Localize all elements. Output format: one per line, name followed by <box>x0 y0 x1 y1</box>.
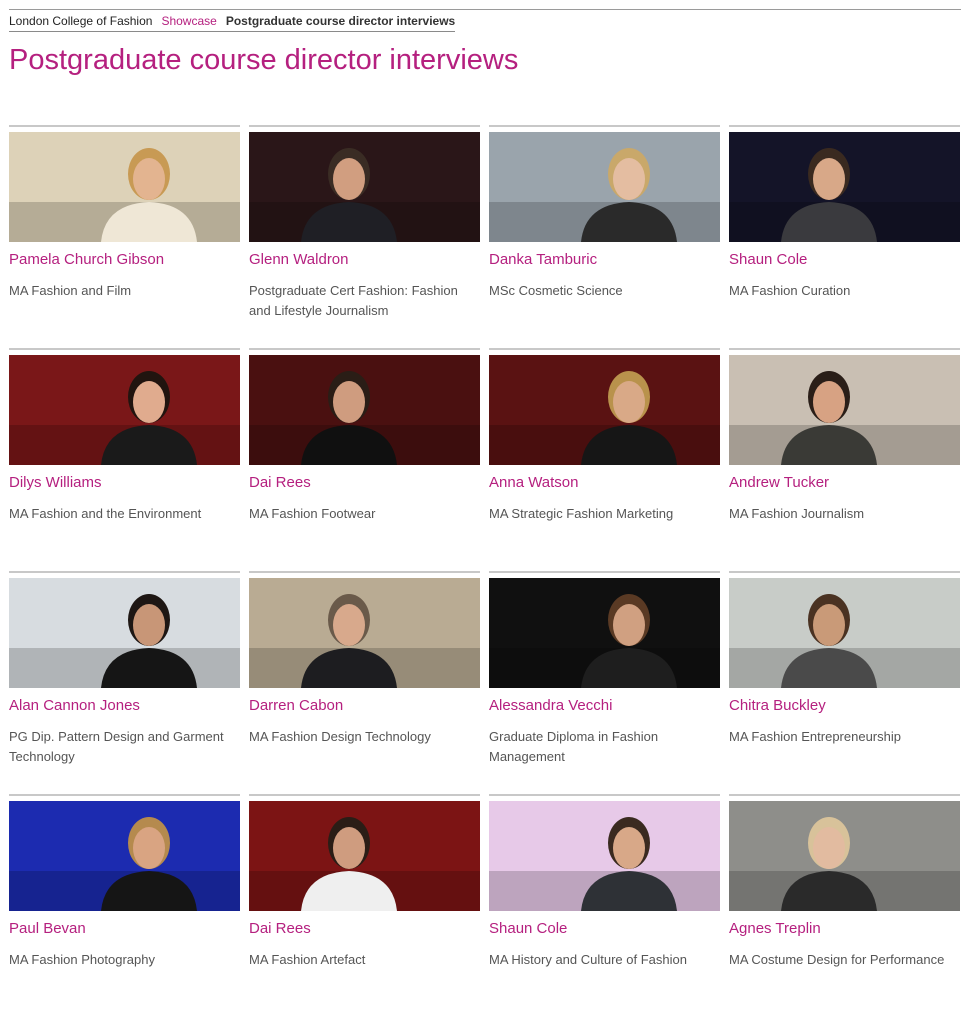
video-thumbnail[interactable] <box>249 355 480 465</box>
course-title: Postgraduate Cert Fashion: Fashion and L… <box>249 283 458 318</box>
course-title: MA Fashion Entrepreneurship <box>729 729 901 744</box>
portrait-image <box>9 132 240 242</box>
portrait-image <box>489 801 720 911</box>
interview-card[interactable]: Shaun Cole MA Fashion Curation <box>729 125 960 348</box>
interview-card[interactable]: Shaun Cole MA History and Culture of Fash… <box>489 794 720 1017</box>
portrait-image <box>9 578 240 688</box>
video-thumbnail[interactable] <box>729 132 960 242</box>
interviewee-name-link[interactable]: Andrew Tucker <box>729 473 829 493</box>
portrait-image <box>729 801 960 911</box>
interview-card[interactable]: Darren Cabon MA Fashion Design Technology <box>249 571 480 794</box>
portrait-image <box>249 355 480 465</box>
course-title: MA History and Culture of Fashion <box>489 952 687 967</box>
video-thumbnail[interactable] <box>489 132 720 242</box>
breadcrumb-home-link[interactable]: London College of Fashion <box>9 14 152 28</box>
course-title: Graduate Diploma in Fashion Management <box>489 729 659 764</box>
interviewee-name-link[interactable]: Alan Cannon Jones <box>9 696 140 716</box>
portrait-image <box>249 578 480 688</box>
portrait-image <box>249 132 480 242</box>
interview-card[interactable]: Agnes Treplin MA Costume Design for Perfo… <box>729 794 960 1017</box>
course-title: PG Dip. Pattern Design and Garment Techn… <box>9 729 224 764</box>
interview-card[interactable]: Alessandra Vecchi Graduate Diploma in Fas… <box>489 571 720 794</box>
video-thumbnail[interactable] <box>249 578 480 688</box>
interviewee-name-link[interactable]: Darren Cabon <box>249 696 343 716</box>
portrait-image <box>489 132 720 242</box>
video-thumbnail[interactable] <box>729 801 960 911</box>
interview-card[interactable]: Pamela Church Gibson MA Fashion and Film <box>9 125 240 348</box>
video-thumbnail[interactable] <box>9 578 240 688</box>
course-title: MA Fashion Photography <box>9 952 155 967</box>
interview-card[interactable]: Paul Bevan MA Fashion Photography <box>9 794 240 1017</box>
portrait-image <box>9 801 240 911</box>
interview-card[interactable]: Danka Tamburic MSc Cosmetic Science <box>489 125 720 348</box>
interview-card[interactable]: Alan Cannon Jones PG Dip. Pattern Design … <box>9 571 240 794</box>
course-title: MA Fashion and Film <box>9 283 132 298</box>
course-title: MA Strategic Fashion Marketing <box>489 506 674 521</box>
course-title: MA Fashion Design Technology <box>249 729 431 744</box>
interview-card[interactable]: Dilys Williams MA Fashion and the Environ… <box>9 348 240 571</box>
interviewee-name-link[interactable]: Shaun Cole <box>489 919 567 939</box>
interview-card[interactable]: Andrew Tucker MA Fashion Journalism <box>729 348 960 571</box>
interviewee-name-link[interactable]: Danka Tamburic <box>489 250 597 270</box>
breadcrumb: London College of Fashion Showcase Postgra… <box>9 13 456 32</box>
top-divider <box>9 9 961 10</box>
interviewee-name-link[interactable]: Chitra Buckley <box>729 696 826 716</box>
interviewee-name-link[interactable]: Alessandra Vecchi <box>489 696 612 716</box>
interview-card[interactable]: Chitra Buckley MA Fashion Entrepreneurshi… <box>729 571 960 794</box>
page-title: Postgraduate course director interviews <box>9 44 519 76</box>
video-thumbnail[interactable] <box>489 801 720 911</box>
course-title: MA Fashion Journalism <box>729 506 865 521</box>
video-thumbnail[interactable] <box>9 355 240 465</box>
portrait-image <box>489 578 720 688</box>
portrait-image <box>249 801 480 911</box>
portrait-image <box>489 355 720 465</box>
interviewee-name-link[interactable]: Pamela Church Gibson <box>9 250 164 270</box>
course-title: MA Fashion Footwear <box>249 506 376 521</box>
video-thumbnail[interactable] <box>489 578 720 688</box>
interviewee-name-link[interactable]: Agnes Treplin <box>729 919 821 939</box>
course-title: MA Costume Design for Performance <box>729 952 945 967</box>
interview-card[interactable]: Anna Watson MA Strategic Fashion Marketin… <box>489 348 720 571</box>
video-thumbnail[interactable] <box>9 801 240 911</box>
interview-card[interactable]: Dai Rees MA Fashion Artefact <box>249 794 480 1017</box>
interviewee-name-link[interactable]: Paul Bevan <box>9 919 86 939</box>
interview-grid: Pamela Church Gibson MA Fashion and Film G… <box>9 125 961 1017</box>
course-title: MA Fashion Curation <box>729 283 851 298</box>
course-title: MSc Cosmetic Science <box>489 283 623 298</box>
interview-card[interactable]: Dai Rees MA Fashion Footwear <box>249 348 480 571</box>
video-thumbnail[interactable] <box>9 132 240 242</box>
breadcrumb-showcase-link[interactable]: Showcase <box>161 14 216 28</box>
video-thumbnail[interactable] <box>729 578 960 688</box>
video-thumbnail[interactable] <box>249 132 480 242</box>
portrait-image <box>729 355 960 465</box>
interviewee-name-link[interactable]: Dai Rees <box>249 919 311 939</box>
interviewee-name-link[interactable]: Shaun Cole <box>729 250 807 270</box>
interviewee-name-link[interactable]: Anna Watson <box>489 473 579 493</box>
course-title: MA Fashion and the Environment <box>9 506 202 521</box>
course-title: MA Fashion Artefact <box>249 952 366 967</box>
interviewee-name-link[interactable]: Dilys Williams <box>9 473 102 493</box>
video-thumbnail[interactable] <box>489 355 720 465</box>
interviewee-name-link[interactable]: Dai Rees <box>249 473 311 493</box>
portrait-image <box>729 132 960 242</box>
breadcrumb-current: Postgraduate course director interviews <box>225 14 456 28</box>
video-thumbnail[interactable] <box>729 355 960 465</box>
video-thumbnail[interactable] <box>249 801 480 911</box>
interview-card[interactable]: Glenn Waldron Postgraduate Cert Fashion: … <box>249 125 480 348</box>
portrait-image <box>729 578 960 688</box>
portrait-image <box>9 355 240 465</box>
interviewee-name-link[interactable]: Glenn Waldron <box>249 250 349 270</box>
